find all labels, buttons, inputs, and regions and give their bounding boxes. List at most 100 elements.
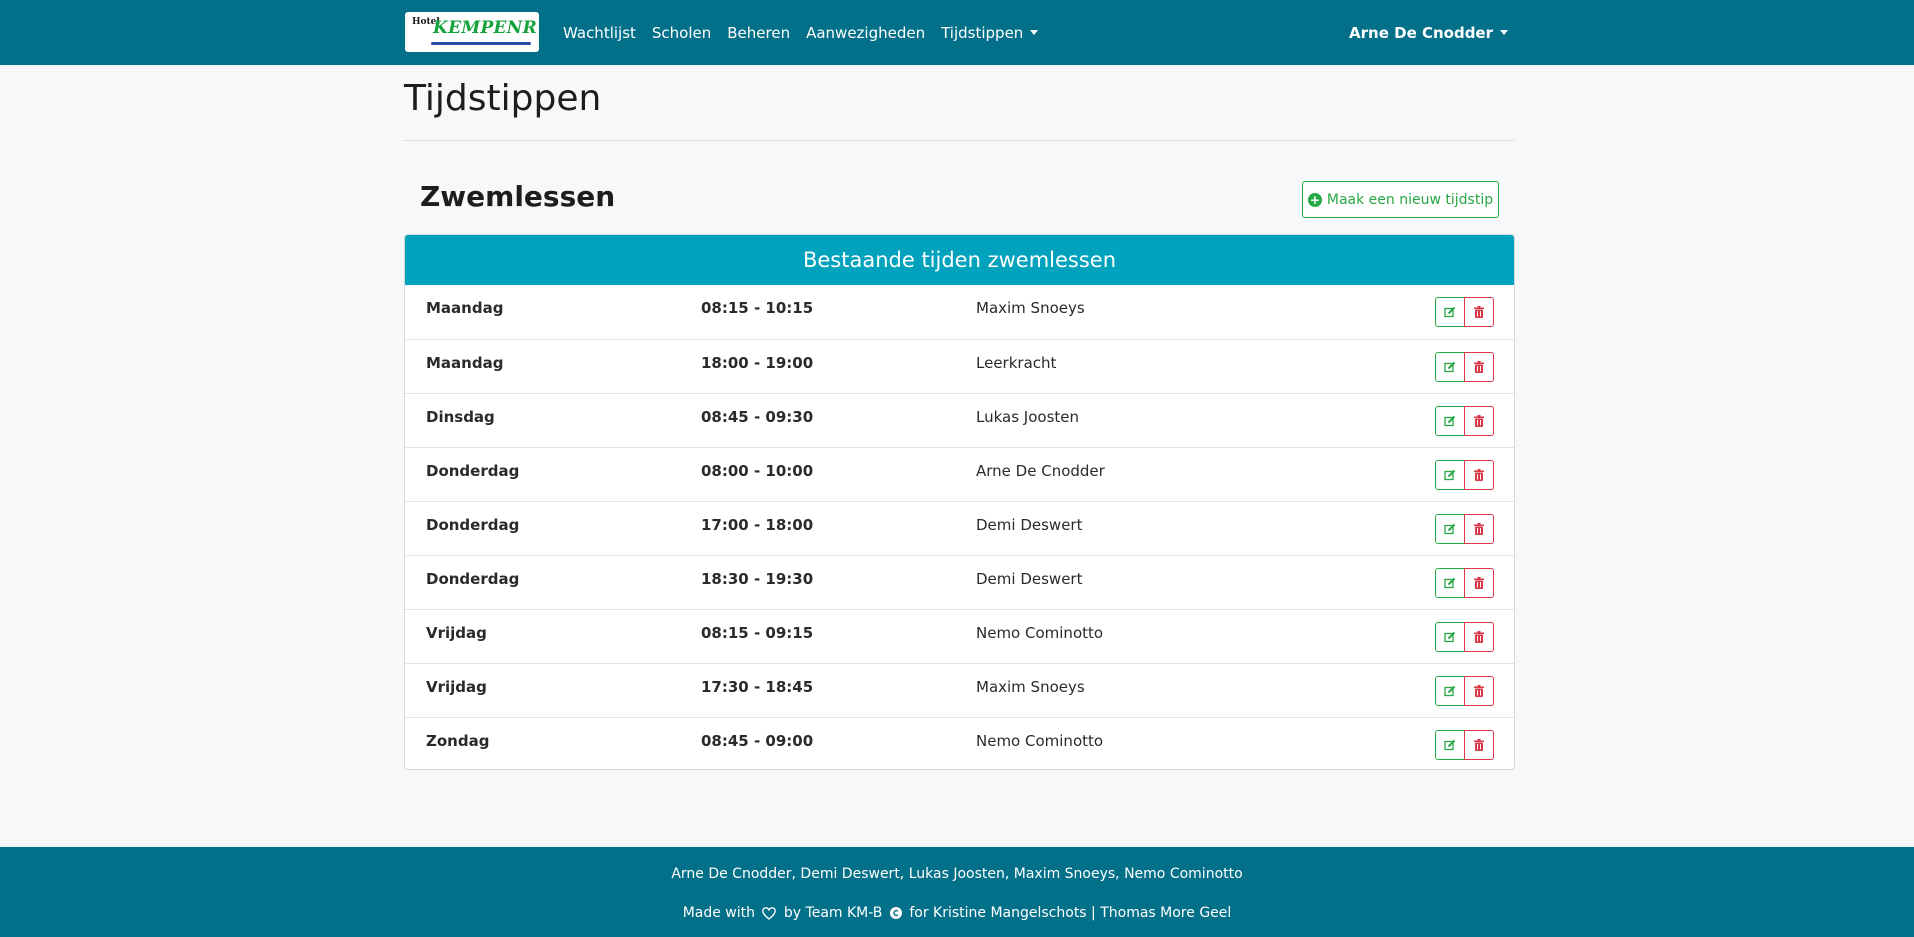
delete-button[interactable] [1464,568,1494,598]
section-title: Zwemlessen [420,180,616,213]
edit-button[interactable] [1435,406,1465,436]
row-day: Donderdag [426,462,520,480]
edit-button[interactable] [1435,297,1465,327]
chevron-down-icon [1500,30,1508,35]
table-row: Donderdag 18:30 - 19:30 Demi Deswert [405,555,1514,609]
new-timeslot-button[interactable]: + Maak een nieuw tijdstip [1302,181,1499,218]
nav-item-wachtlijst[interactable]: Wachtlijst [563,24,636,42]
row-time: 08:00 - 10:00 [701,462,814,480]
row-actions [1435,622,1494,652]
edit-button[interactable] [1435,568,1465,598]
row-teacher: Arne De Cnodder [976,462,1105,480]
row-day: Vrijdag [426,624,487,642]
table-row: Vrijdag 17:30 - 18:45 Maxim Snoeys [405,663,1514,717]
edit-button[interactable] [1435,460,1465,490]
row-time: 08:15 - 10:15 [701,299,814,317]
row-time: 08:45 - 09:30 [701,408,814,426]
delete-button[interactable] [1464,352,1494,382]
table-row: Maandag 18:00 - 19:00 Leerkracht [405,339,1514,393]
row-teacher: Leerkracht [976,354,1057,372]
row-day: Donderdag [426,570,520,588]
table-row: Donderdag 08:00 - 10:00 Arne De Cnodder [405,447,1514,501]
trash-icon [1474,685,1484,697]
delete-button[interactable] [1464,406,1494,436]
user-menu-dropdown[interactable]: Arne De Cnodder [1349,0,1508,65]
trash-icon [1474,415,1484,427]
row-time: 17:30 - 18:45 [701,678,814,696]
footer-by-team: by Team KM-B [783,905,883,921]
edit-button[interactable] [1435,730,1465,760]
edit-icon [1444,631,1456,643]
delete-button[interactable] [1464,622,1494,652]
table-row: Zondag 08:45 - 09:00 Nemo Cominotto [405,717,1514,769]
nav-item-scholen[interactable]: Scholen [652,24,711,42]
row-time: 18:30 - 19:30 [701,570,814,588]
row-day: Dinsdag [426,408,495,426]
delete-button[interactable] [1464,676,1494,706]
footer-for-text: for Kristine Mangelschots | Thomas More … [909,905,1232,921]
row-teacher: Maxim Snoeys [976,299,1085,317]
edit-icon [1444,577,1456,589]
trash-icon [1474,523,1484,535]
table-row: Vrijdag 08:15 - 09:15 Nemo Cominotto [405,609,1514,663]
row-actions [1435,676,1494,706]
row-actions [1435,352,1494,382]
title-divider [404,140,1515,141]
edit-icon [1444,469,1456,481]
trash-icon [1474,577,1484,589]
row-actions [1435,297,1494,327]
row-day: Vrijdag [426,678,487,696]
edit-icon [1444,685,1456,697]
logo-brand-text: KEMPENRUST [433,18,539,38]
row-teacher: Maxim Snoeys [976,678,1085,696]
heart-icon [762,906,777,920]
nav-menu: Wachtlijst Scholen Beheren Aanwezigheden… [563,0,1054,65]
delete-button[interactable] [1464,297,1494,327]
edit-icon [1444,415,1456,427]
row-day: Maandag [426,354,504,372]
hotel-logo[interactable]: Hotel KEMPENRUST [405,12,539,52]
timeslot-list: Maandag 08:15 - 10:15 Maxim Snoeys Maand… [405,285,1514,769]
row-teacher: Demi Deswert [976,570,1083,588]
trash-icon [1474,361,1484,373]
footer-credits: Made with by Team KM-B for Kristine Mang… [0,905,1914,921]
timeslots-card: Bestaande tijden zwemlessen Maandag 08:1… [404,234,1515,770]
trash-icon [1474,469,1484,481]
card-header-title: Bestaande tijden zwemlessen [802,248,1117,272]
row-teacher: Nemo Cominotto [976,624,1104,642]
footer-made-with: Made with [682,905,756,921]
row-actions [1435,568,1494,598]
nav-item-beheren[interactable]: Beheren [727,24,790,42]
trash-icon [1474,631,1484,643]
row-day: Maandag [426,299,504,317]
delete-button[interactable] [1464,730,1494,760]
trash-icon [1474,306,1484,318]
delete-button[interactable] [1464,460,1494,490]
edit-button[interactable] [1435,352,1465,382]
edit-icon [1444,523,1456,535]
row-actions [1435,514,1494,544]
row-actions [1435,730,1494,760]
row-teacher: Lukas Joosten [976,408,1080,426]
chevron-down-icon [1030,29,1039,35]
row-day: Donderdag [426,516,520,534]
delete-button[interactable] [1464,514,1494,544]
row-time: 17:00 - 18:00 [701,516,814,534]
edit-button[interactable] [1435,514,1465,544]
navbar: Hotel KEMPENRUST Wachtlijst Scholen Behe… [0,0,1914,65]
edit-button[interactable] [1435,622,1465,652]
edit-icon [1444,361,1456,373]
logo-swoosh [431,42,531,45]
edit-icon [1444,739,1456,751]
nav-item-aanwezigheden[interactable]: Aanwezigheden [806,24,925,42]
row-actions [1435,406,1494,436]
row-time: 08:45 - 09:00 [701,732,814,750]
footer-authors: Arne De Cnodder, Demi Deswert, Lukas Joo… [671,866,1243,882]
table-row: Donderdag 17:00 - 18:00 Demi Deswert [405,501,1514,555]
card-header: Bestaande tijden zwemlessen [405,235,1514,285]
table-row: Dinsdag 08:45 - 09:30 Lukas Joosten [405,393,1514,447]
edit-button[interactable] [1435,676,1465,706]
table-row: Maandag 08:15 - 10:15 Maxim Snoeys [405,285,1514,339]
nav-item-tijdstippen-dropdown[interactable]: Tijdstippen [941,24,1039,42]
user-name: Arne De Cnodder [1349,23,1493,42]
